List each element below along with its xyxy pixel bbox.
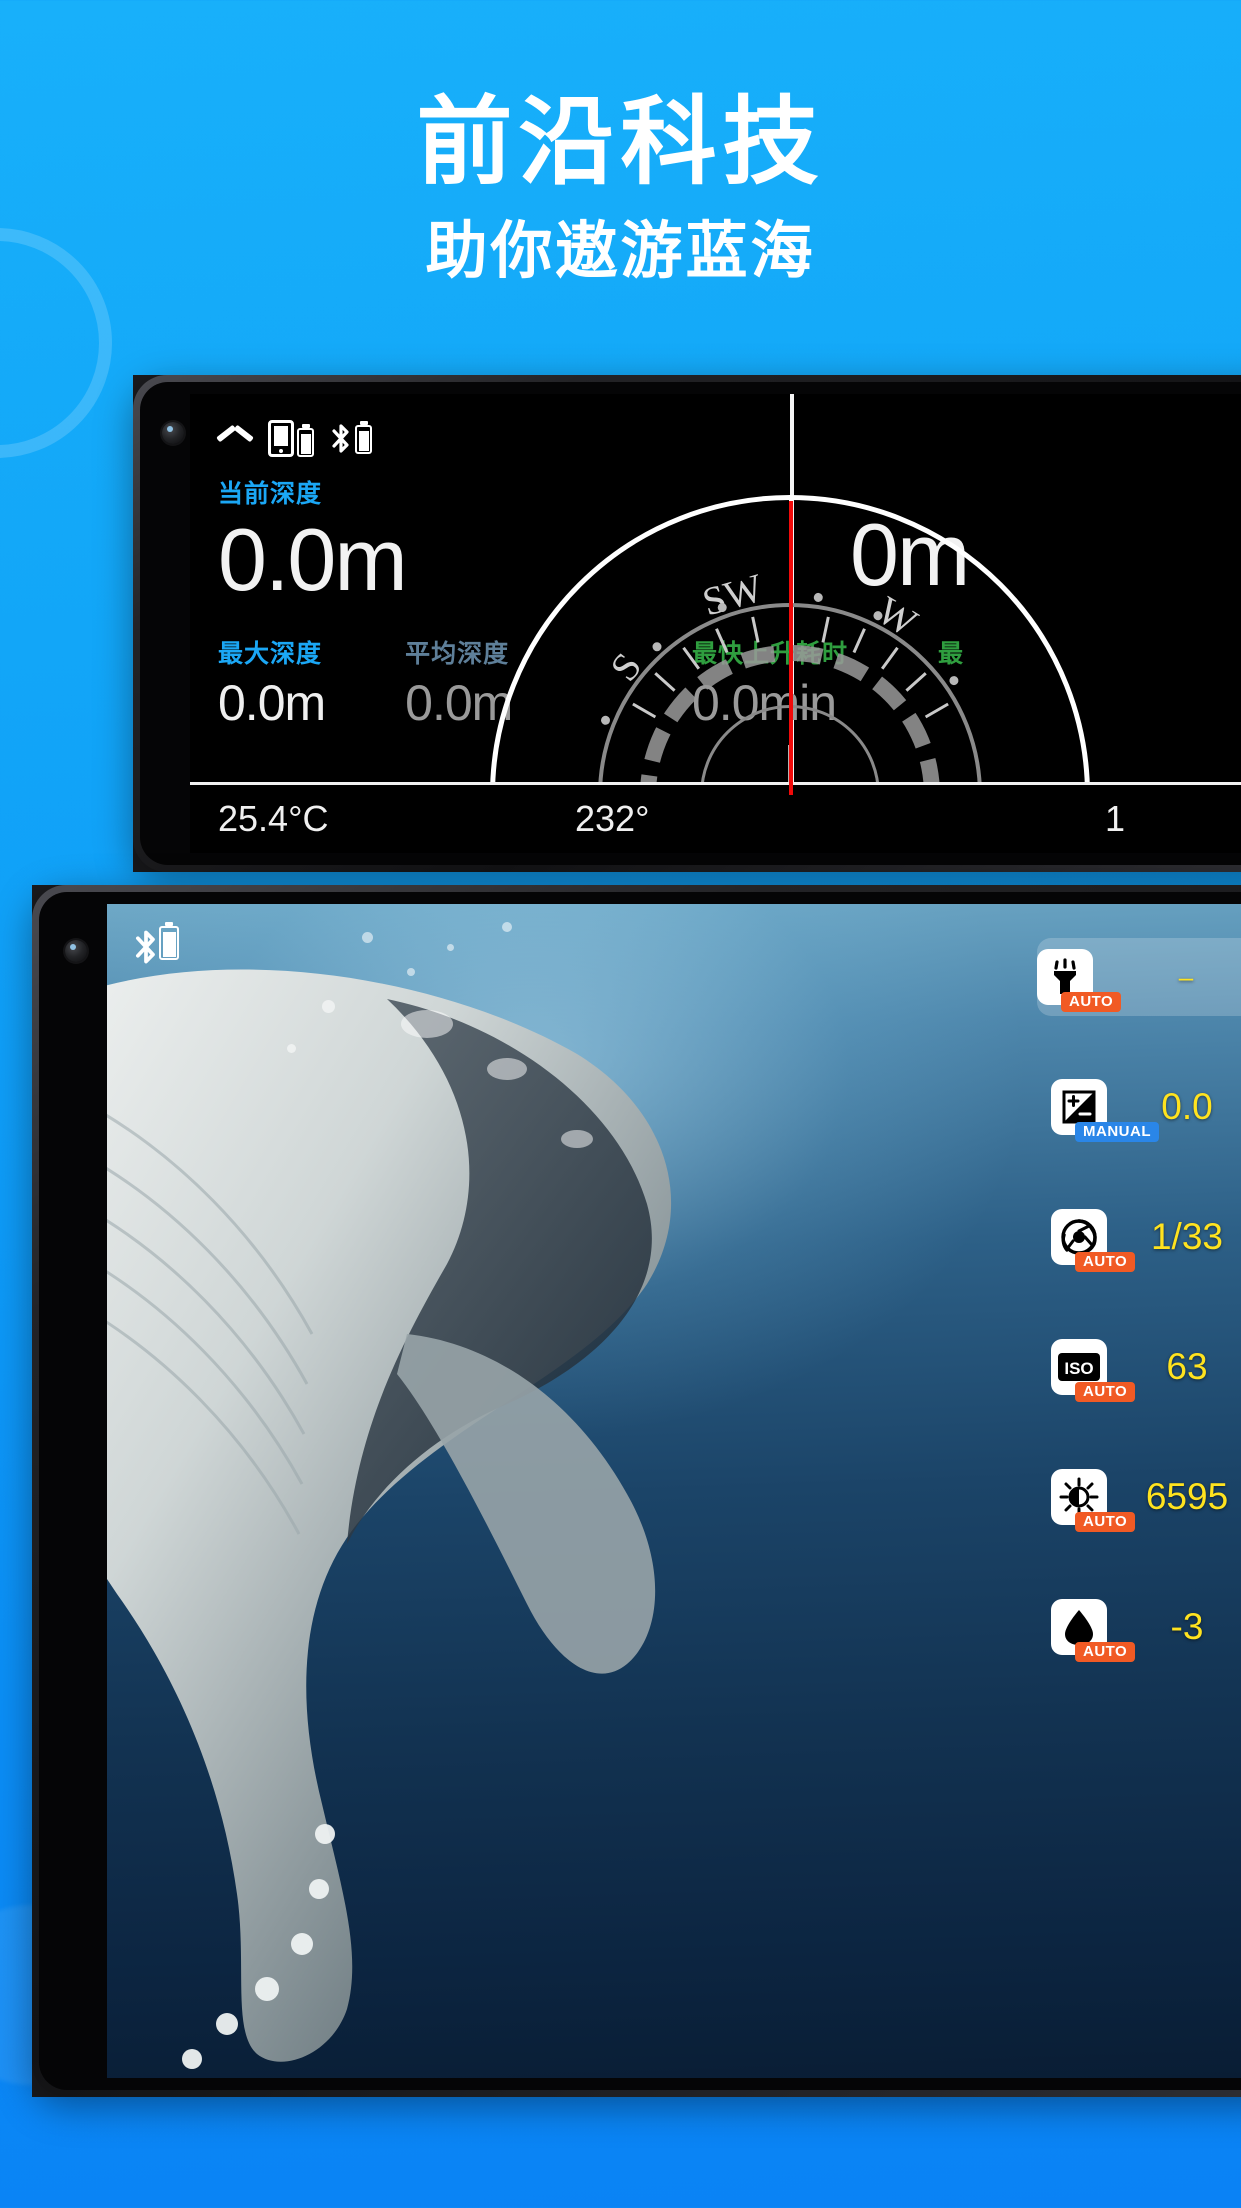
page-title: 前沿科技 bbox=[416, 89, 825, 196]
tint-mode-badge: AUTO bbox=[1075, 1642, 1136, 1662]
setting-row-aperture[interactable]: AUTO 1/33 bbox=[1051, 1198, 1241, 1276]
phone-battery-icon bbox=[268, 420, 314, 457]
tint-icon[interactable]: AUTO bbox=[1051, 1599, 1136, 1662]
camera-status-bar bbox=[133, 922, 179, 964]
phone-device-camera: AUTO – MANUAL 0.0 AUTO 1/33 ISO AUTO 63 … bbox=[32, 885, 1241, 2097]
flash-mode-badge: AUTO bbox=[1061, 992, 1122, 1012]
dive-bottom-bar: 25.4°C 232° 1 bbox=[190, 782, 1241, 853]
setting-row-iso[interactable]: ISO AUTO 63 bbox=[1051, 1328, 1241, 1406]
heading-readout: 232° bbox=[575, 798, 650, 839]
compass-heading-line bbox=[789, 495, 793, 795]
dive-status-bar bbox=[218, 420, 372, 457]
chevron-up-icon[interactable] bbox=[218, 428, 252, 450]
front-camera-icon-2 bbox=[65, 940, 87, 962]
flash-value: – bbox=[1178, 961, 1194, 992]
white-balance-icon[interactable]: AUTO bbox=[1051, 1469, 1136, 1532]
setting-row-flash[interactable]: AUTO – bbox=[1037, 938, 1241, 1016]
max-depth-label: 最大深度 bbox=[218, 640, 323, 668]
iso-icon[interactable]: ISO AUTO bbox=[1051, 1339, 1136, 1402]
camera-viewfinder: AUTO – MANUAL 0.0 AUTO 1/33 ISO AUTO 63 … bbox=[107, 904, 1241, 2078]
bluetooth-battery-icon bbox=[330, 421, 372, 454]
setting-row-exposure[interactable]: MANUAL 0.0 bbox=[1051, 1068, 1241, 1146]
dive-computer-screen: 当前深度 0.0m 最大深度 0.0m 平均深度 0.0m 0m 最快上升耗时 … bbox=[190, 394, 1241, 853]
battery-icon bbox=[159, 922, 179, 960]
phone-inner-frame: 当前深度 0.0m 最大深度 0.0m 平均深度 0.0m 0m 最快上升耗时 … bbox=[140, 382, 1241, 865]
exposure-icon[interactable]: MANUAL bbox=[1051, 1079, 1159, 1142]
svg-text:ISO: ISO bbox=[1064, 1359, 1093, 1378]
compass-cardinal-sw: SW bbox=[697, 564, 768, 625]
extra-readout: 1 bbox=[1105, 798, 1126, 839]
depth-secondary-row: 最大深度 0.0m 平均深度 0.0m bbox=[218, 634, 513, 731]
compass-stem bbox=[789, 495, 793, 501]
compass-cardinal-s: S bbox=[601, 644, 651, 690]
exposure-mode-badge: MANUAL bbox=[1075, 1122, 1159, 1142]
iso-mode-badge: AUTO bbox=[1075, 1382, 1136, 1402]
camera-settings-panel: AUTO – MANUAL 0.0 AUTO 1/33 ISO AUTO 63 … bbox=[1033, 904, 1241, 2078]
max-depth-block: 最大深度 0.0m bbox=[218, 634, 326, 731]
current-depth-block: 当前深度 0.0m bbox=[218, 474, 408, 609]
hero-text-block: 前沿科技 助你遨游蓝海 bbox=[0, 95, 1241, 283]
aperture-icon[interactable]: AUTO bbox=[1051, 1209, 1136, 1272]
humpback-whale-photo bbox=[107, 969, 672, 2069]
current-depth-label: 当前深度 bbox=[218, 480, 323, 508]
current-depth-value: 0.0m bbox=[218, 510, 408, 609]
setting-row-tint[interactable]: AUTO -3 bbox=[1051, 1588, 1241, 1666]
white-balance-mode-badge: AUTO bbox=[1075, 1512, 1136, 1532]
phone-device-dive-computer: 当前深度 0.0m 最大深度 0.0m 平均深度 0.0m 0m 最快上升耗时 … bbox=[133, 375, 1241, 872]
flash-icon[interactable]: AUTO bbox=[1037, 949, 1122, 1012]
temperature-readout: 25.4°C bbox=[218, 798, 329, 839]
setting-row-white-balance[interactable]: AUTO 6595 bbox=[1051, 1458, 1241, 1536]
aperture-mode-badge: AUTO bbox=[1075, 1252, 1136, 1272]
compass-gauge: S SW W bbox=[490, 495, 1090, 795]
max-depth-value: 0.0m bbox=[218, 675, 326, 731]
front-camera-icon bbox=[162, 422, 184, 444]
page-subtitle: 助你遨游蓝海 bbox=[425, 217, 816, 286]
phone-inner-frame-2: AUTO – MANUAL 0.0 AUTO 1/33 ISO AUTO 63 … bbox=[39, 892, 1241, 2090]
bluetooth-icon bbox=[133, 929, 155, 964]
